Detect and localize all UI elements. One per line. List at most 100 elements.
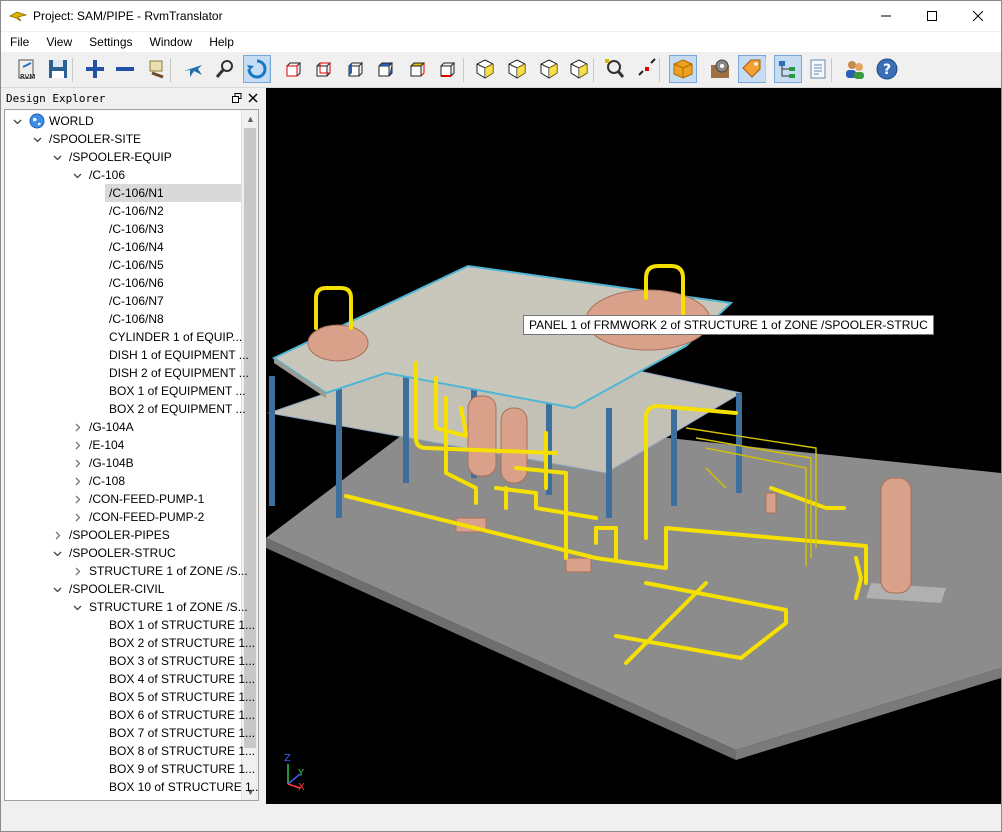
- tree-item[interactable]: /SPOOLER-PIPES: [5, 526, 241, 544]
- tree-item[interactable]: /SPOOLER-CIVIL: [5, 580, 241, 598]
- tree-item[interactable]: BOX 2 of STRUCTURE 1...: [5, 634, 255, 652]
- users-button[interactable]: [841, 55, 869, 83]
- zoom-select-button[interactable]: [633, 55, 661, 83]
- settings-button[interactable]: [706, 55, 734, 83]
- title-bar: Project: SAM/PIPE - RvmTranslator: [1, 1, 1001, 31]
- tree-item[interactable]: STRUCTURE 1 of ZONE /S...: [5, 562, 248, 580]
- tree-item-label: /C-106/N6: [109, 276, 164, 290]
- tree-item[interactable]: CYLINDER 1 of EQUIP...: [5, 328, 243, 346]
- chevron-right-icon[interactable]: [71, 508, 83, 526]
- zoom-in-button[interactable]: [81, 55, 109, 83]
- menu-window[interactable]: Window: [141, 32, 201, 52]
- chevron-down-icon[interactable]: [51, 148, 63, 166]
- tree-item[interactable]: /C-106/N2: [5, 202, 241, 220]
- tree-item[interactable]: /E-104: [5, 436, 241, 454]
- tree-item[interactable]: /C-106/N7: [5, 292, 241, 310]
- view-bottom-button[interactable]: [433, 55, 461, 83]
- view-back-button[interactable]: [309, 55, 337, 83]
- tree-item[interactable]: /C-108: [5, 472, 241, 490]
- fly-button[interactable]: [179, 55, 207, 83]
- tree-item[interactable]: /C-106: [5, 166, 241, 184]
- tree-item[interactable]: /CON-FEED-PUMP-1: [5, 490, 241, 508]
- menu-file[interactable]: File: [1, 32, 37, 52]
- chevron-down-icon[interactable]: [11, 112, 23, 130]
- chevron-right-icon[interactable]: [71, 418, 83, 436]
- scroll-up-icon[interactable]: ▲: [242, 110, 258, 127]
- tree-item-label: /G-104A: [89, 420, 134, 434]
- chevron-right-icon[interactable]: [71, 490, 83, 508]
- tree-item[interactable]: BOX 9 of STRUCTURE 1...: [5, 760, 255, 778]
- tree-item[interactable]: BOX 1 of STRUCTURE 1...: [5, 616, 255, 634]
- chevron-right-icon[interactable]: [51, 526, 63, 544]
- chevron-right-icon[interactable]: [71, 454, 83, 472]
- tree-item[interactable]: /SPOOLER-EQUIP: [5, 148, 241, 166]
- close-panel-icon[interactable]: [248, 93, 258, 103]
- float-panel-icon[interactable]: [232, 93, 242, 103]
- tree-item[interactable]: BOX 1 of EQUIPMENT ...: [5, 382, 245, 400]
- iso-2-button[interactable]: [503, 55, 531, 83]
- tree-item[interactable]: BOX 11 of STRUCTURE: [5, 796, 241, 800]
- tree-item[interactable]: /C-106/N6: [5, 274, 241, 292]
- chevron-down-icon[interactable]: [51, 580, 63, 598]
- view-right-button[interactable]: [371, 55, 399, 83]
- design-tree[interactable]: ▲ ▼ WORLD/SPOOLER-SITE/SPOOLER-EQUIP/C-1…: [4, 109, 259, 801]
- tree-item[interactable]: BOX 3 of STRUCTURE 1...: [5, 652, 255, 670]
- tree-item[interactable]: BOX 6 of STRUCTURE 1...: [5, 706, 255, 724]
- menu-settings[interactable]: Settings: [80, 32, 140, 52]
- chevron-right-icon[interactable]: [71, 562, 83, 580]
- tree-item[interactable]: /C-106/N5: [5, 256, 241, 274]
- tree-item[interactable]: /SPOOLER-STRUC: [5, 544, 241, 562]
- tag-button[interactable]: [738, 55, 766, 83]
- chevron-down-icon[interactable]: [71, 598, 83, 616]
- tree-item[interactable]: BOX 10 of STRUCTURE 1...: [5, 778, 258, 796]
- tree-item[interactable]: BOX 4 of STRUCTURE 1...: [5, 670, 255, 688]
- tree-item[interactable]: BOX 5 of STRUCTURE 1...: [5, 688, 255, 706]
- help-button[interactable]: ?: [873, 55, 901, 83]
- tree-item[interactable]: WORLD: [5, 112, 241, 130]
- minimize-button[interactable]: [863, 1, 909, 31]
- maximize-button[interactable]: [909, 1, 955, 31]
- shaded-button[interactable]: [669, 55, 697, 83]
- menu-help[interactable]: Help: [200, 32, 242, 52]
- tree-item[interactable]: BOX 8 of STRUCTURE 1...: [5, 742, 255, 760]
- clean-button[interactable]: [143, 55, 171, 83]
- tree-item[interactable]: /CON-FEED-PUMP-2: [5, 508, 241, 526]
- 3d-viewport[interactable]: Z Y X PANEL 1 of FRMWORK 2 of STRUCTURE …: [266, 88, 1001, 804]
- tree-item[interactable]: /G-104A: [5, 418, 241, 436]
- chevron-right-icon[interactable]: [71, 436, 83, 454]
- iso-1-button[interactable]: [471, 55, 499, 83]
- tree-item[interactable]: BOX 7 of STRUCTURE 1...: [5, 724, 255, 742]
- tree-item-label: /C-106/N7: [109, 294, 164, 308]
- rotate-button[interactable]: [243, 55, 271, 83]
- document-button[interactable]: [804, 55, 832, 83]
- open-rvm-button[interactable]: RVM: [13, 55, 41, 83]
- tree-item[interactable]: BOX 2 of EQUIPMENT ...: [5, 400, 245, 418]
- tree-button[interactable]: [774, 55, 802, 83]
- view-left-button[interactable]: [341, 55, 369, 83]
- tree-item[interactable]: DISH 1 of EQUIPMENT ...: [5, 346, 249, 364]
- tree-item[interactable]: /C-106/N4: [5, 238, 241, 256]
- chevron-down-icon[interactable]: [31, 130, 43, 148]
- menu-view[interactable]: View: [37, 32, 80, 52]
- tree-item-label: CYLINDER 1 of EQUIP...: [109, 330, 243, 344]
- tree-item[interactable]: /G-104B: [5, 454, 241, 472]
- toolbar-separator: [659, 58, 660, 82]
- tree-item[interactable]: STRUCTURE 1 of ZONE /S...: [5, 598, 248, 616]
- close-button[interactable]: [955, 1, 1001, 31]
- iso-3-button[interactable]: [535, 55, 563, 83]
- chevron-down-icon[interactable]: [51, 544, 63, 562]
- tree-item[interactable]: /SPOOLER-SITE: [5, 130, 241, 148]
- view-top-button[interactable]: [403, 55, 431, 83]
- view-front-button[interactable]: [279, 55, 307, 83]
- chevron-right-icon[interactable]: [71, 472, 83, 490]
- chevron-down-icon[interactable]: [71, 166, 83, 184]
- iso-4-button[interactable]: [565, 55, 593, 83]
- tree-item[interactable]: /C-106/N3: [5, 220, 241, 238]
- zoom-out-button[interactable]: [111, 55, 139, 83]
- search-button[interactable]: [211, 55, 239, 83]
- tree-item[interactable]: /C-106/N8: [5, 310, 241, 328]
- tree-item[interactable]: /C-106/N1: [105, 184, 241, 202]
- save-button[interactable]: [44, 55, 72, 83]
- zoom-fit-button[interactable]: [601, 55, 629, 83]
- tree-item[interactable]: DISH 2 of EQUIPMENT ...: [5, 364, 249, 382]
